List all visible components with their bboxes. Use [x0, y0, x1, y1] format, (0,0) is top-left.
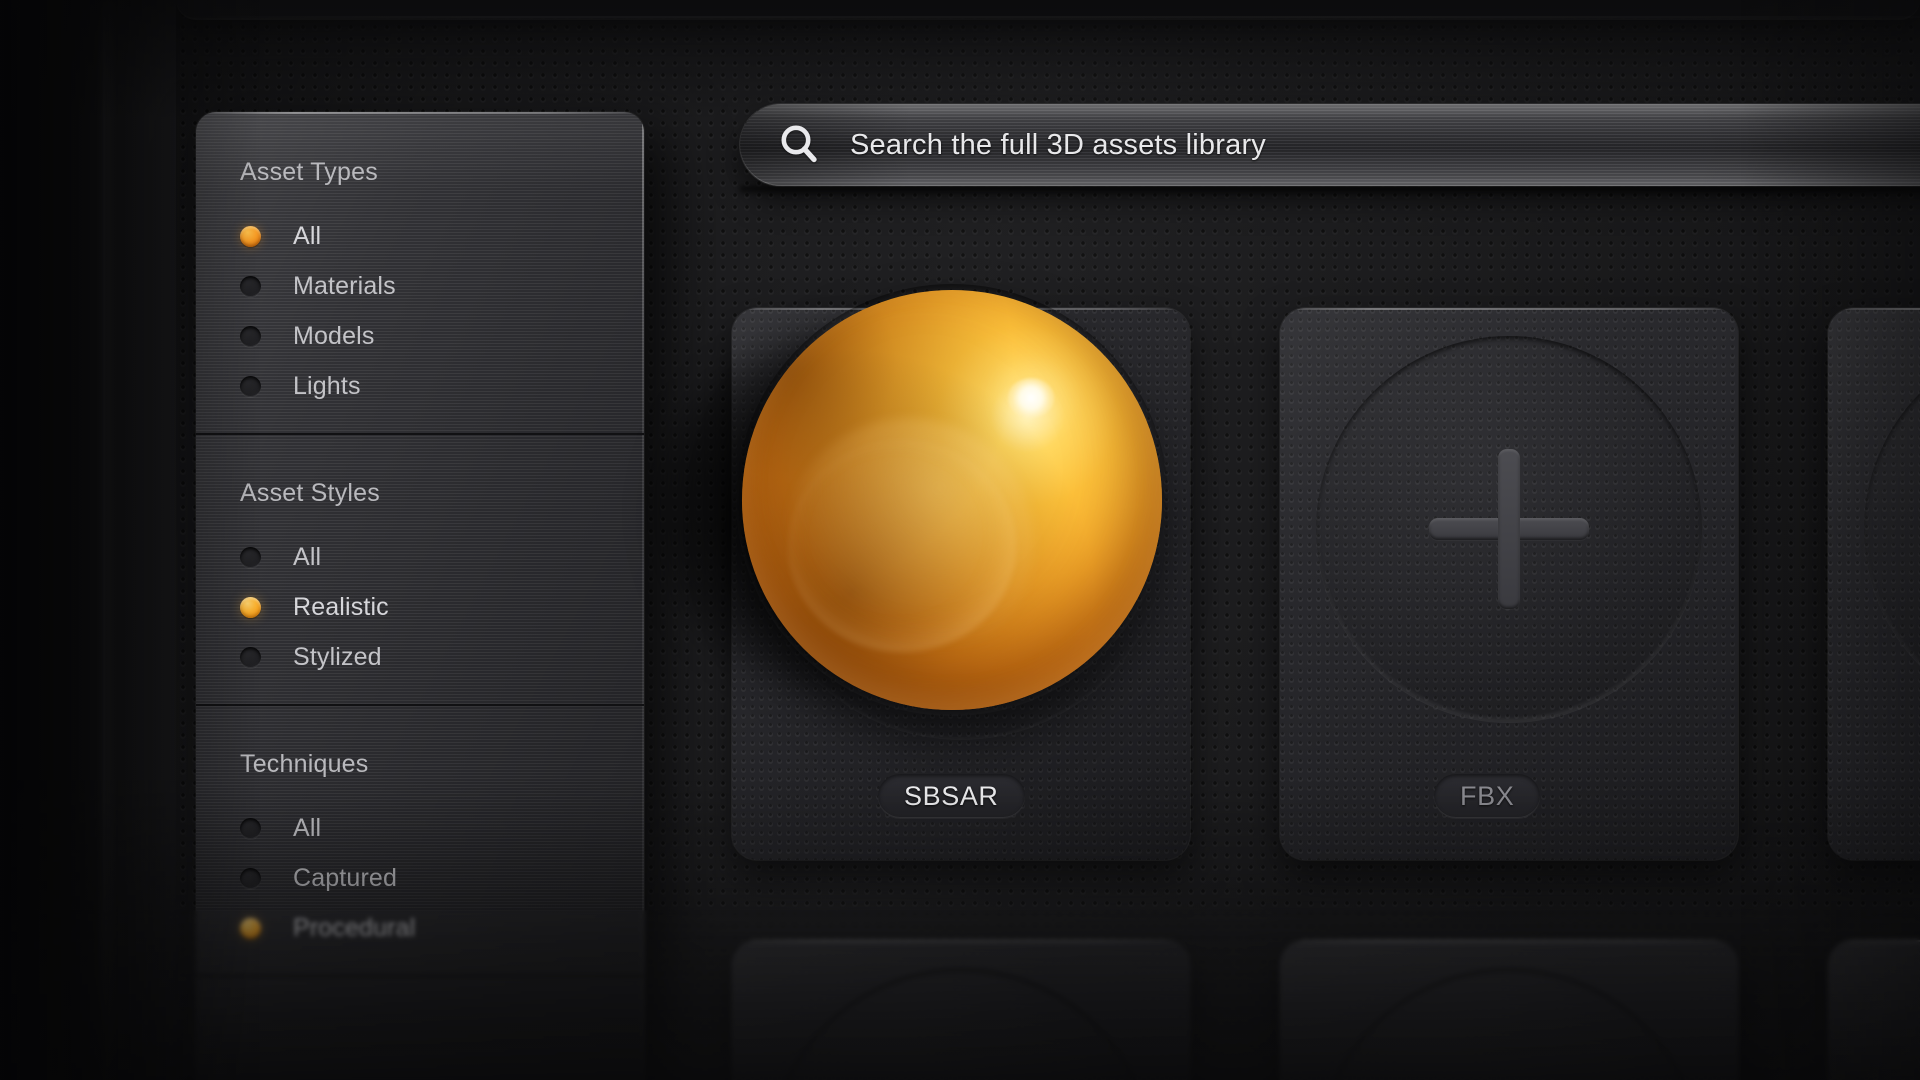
filter-option-label: Captured [293, 863, 398, 892]
radio-icon [240, 375, 261, 397]
top-panel-highlight [176, 16, 1920, 18]
filter-option-label: Procedural [293, 913, 416, 942]
filter-option-label: Materials [293, 271, 396, 300]
radio-icon [240, 325, 261, 347]
left-bezel-glow [96, 0, 118, 1080]
plus-icon-vertical [1498, 449, 1520, 609]
filter-group-title: Asset Types [240, 158, 378, 186]
filter-option-asset-types-models[interactable]: Models [196, 311, 644, 361]
filter-group-asset-styles: Asset Styles All Realistic Stylized [196, 433, 644, 704]
filter-option-asset-styles-realistic[interactable]: Realistic [196, 582, 644, 632]
asset-card-row2-col3[interactable] [1828, 940, 1920, 1080]
filter-option-label: All [293, 813, 322, 842]
card-top-highlight [732, 940, 1190, 942]
card-top-highlight [1280, 940, 1738, 942]
card-top-highlight [1828, 940, 1920, 942]
filter-option-asset-types-materials[interactable]: Materials [196, 261, 644, 311]
radio-icon [240, 646, 261, 668]
card-shading [1828, 940, 1920, 1080]
radio-icon [240, 546, 261, 568]
filter-option-asset-types-all[interactable]: All [196, 211, 644, 261]
radio-icon [240, 275, 261, 297]
radio-icon [240, 817, 261, 839]
radio-icon [240, 917, 261, 939]
filter-option-label: Realistic [293, 592, 389, 621]
plus-icon[interactable] [1429, 449, 1589, 609]
card-top-highlight [1280, 308, 1738, 310]
asset-thumbnail-sphere[interactable] [656, 290, 1162, 710]
asset-card-next-column[interactable] [1828, 308, 1920, 860]
filter-option-asset-styles-all[interactable]: All [196, 532, 644, 582]
filter-option-label: All [293, 542, 322, 571]
asset-format-badge-fbx: FBX [1434, 774, 1541, 818]
asset-browser-window: Asset Types All Materials Models Lights … [0, 0, 1920, 1080]
left-bezel-seam [103, 0, 106, 1080]
left-bezel [0, 0, 176, 1080]
filter-option-asset-styles-stylized[interactable]: Stylized [196, 632, 644, 682]
sphere-specular-highlight [1008, 378, 1054, 418]
filters-sidebar: Asset Types All Materials Models Lights … [196, 112, 644, 1080]
asset-card-row2-col2[interactable] [1280, 940, 1738, 1080]
radio-icon [240, 867, 261, 889]
filter-option-techniques-procedural[interactable]: Procedural [196, 903, 644, 953]
filter-option-label: All [293, 221, 322, 250]
badge-label: SBSAR [904, 780, 999, 811]
search-input[interactable]: Search the full 3D assets library [850, 129, 1266, 162]
filter-group-next [196, 975, 644, 1080]
card-top-highlight [1828, 308, 1920, 310]
filter-group-asset-types: Asset Types All Materials Models Lights [196, 112, 644, 433]
radio-icon [240, 596, 261, 618]
filter-option-label: Models [293, 321, 375, 350]
filter-group-techniques: Techniques All Captured Procedural [196, 704, 644, 975]
filter-option-asset-types-lights[interactable]: Lights [196, 361, 644, 411]
search-bar[interactable]: Search the full 3D assets library [740, 104, 1920, 186]
asset-format-badge-sbsar: SBSAR [878, 774, 1025, 818]
filter-option-techniques-captured[interactable]: Captured [196, 853, 644, 903]
filter-option-label: Lights [293, 371, 361, 400]
filter-group-title: Asset Styles [240, 479, 380, 507]
filter-option-label: Stylized [293, 642, 382, 671]
asset-card-row2-col1[interactable] [732, 940, 1190, 1080]
filter-option-techniques-all[interactable]: All [196, 803, 644, 853]
badge-label: FBX [1460, 780, 1515, 811]
sphere-rim-light [742, 290, 1162, 710]
search-bar-shadow [740, 186, 1920, 196]
filter-group-title: Techniques [240, 750, 369, 778]
radio-icon [240, 225, 261, 247]
search-icon [778, 123, 822, 167]
